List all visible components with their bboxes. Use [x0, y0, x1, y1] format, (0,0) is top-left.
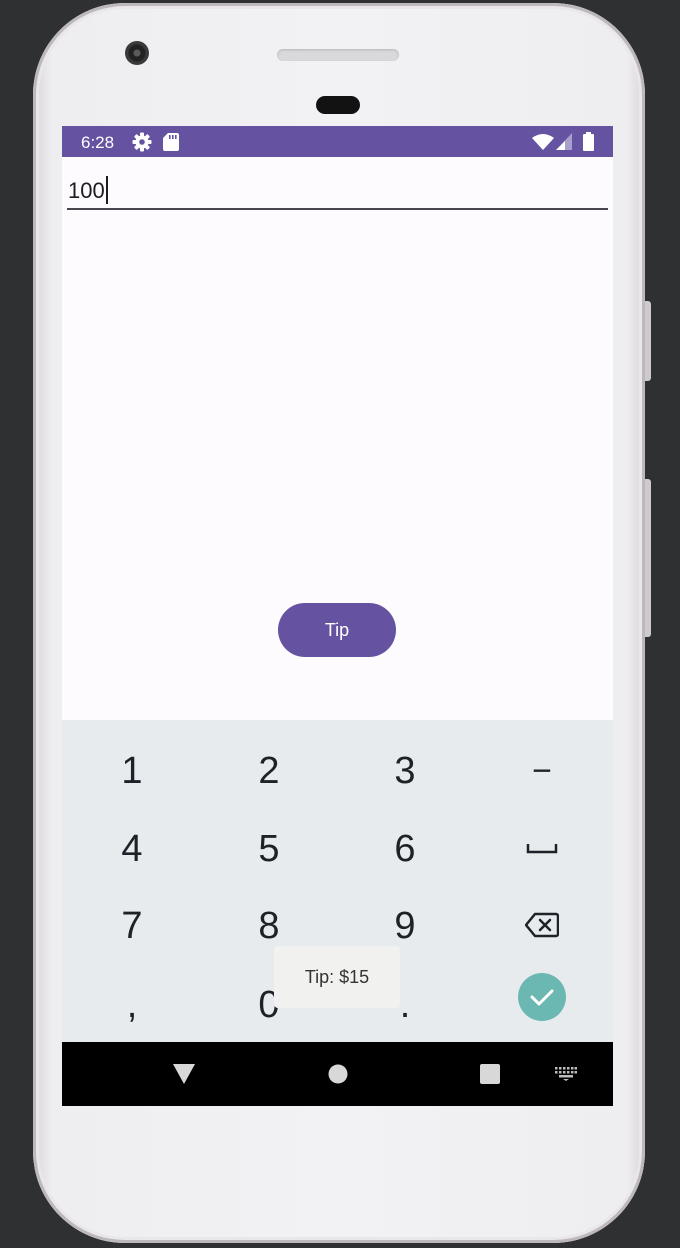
done-key[interactable] — [518, 973, 566, 1021]
front-camera — [125, 41, 149, 65]
battery-icon — [583, 132, 594, 156]
key-5[interactable]: 5 — [209, 814, 329, 884]
back-icon[interactable] — [173, 1064, 195, 1089]
volume-button — [645, 301, 651, 381]
key-minus[interactable]: − — [482, 736, 602, 806]
key-7[interactable]: 7 — [72, 891, 192, 961]
sd-card-icon — [163, 133, 179, 156]
power-button — [645, 479, 651, 637]
amount-input[interactable]: 100 — [67, 168, 608, 210]
space-icon — [526, 843, 558, 854]
wifi-icon — [532, 134, 554, 155]
keyboard-switch-icon[interactable] — [555, 1067, 577, 1086]
check-icon — [530, 989, 554, 1006]
home-icon[interactable] — [328, 1064, 348, 1089]
key-backspace[interactable] — [482, 891, 602, 961]
gear-icon — [132, 132, 152, 157]
tip-button[interactable]: Tip — [278, 603, 396, 657]
text-cursor — [105, 176, 108, 204]
key-space[interactable] — [482, 814, 602, 884]
input-underline — [67, 208, 608, 210]
key-6[interactable]: 6 — [345, 814, 465, 884]
tip-toast: Tip: $15 — [274, 946, 400, 1008]
key-comma[interactable]: , — [72, 970, 192, 1040]
recents-icon[interactable] — [480, 1064, 500, 1089]
signal-icon — [556, 133, 572, 155]
device-screen: 6:28 100 Tip 1 2 3 − 4 5 6 7 8 9 , 0 . T… — [62, 126, 613, 1106]
key-2[interactable]: 2 — [209, 736, 329, 806]
status-time: 6:28 — [81, 133, 115, 152]
amount-input-text[interactable]: 100 — [68, 176, 108, 204]
earpiece-speaker — [277, 49, 399, 61]
key-4[interactable]: 4 — [72, 814, 192, 884]
key-1[interactable]: 1 — [72, 736, 192, 806]
proximity-sensor — [316, 96, 360, 114]
status-bar: 6:28 — [62, 126, 613, 157]
navigation-bar — [62, 1042, 613, 1106]
backspace-icon — [524, 912, 560, 938]
key-3[interactable]: 3 — [345, 736, 465, 806]
